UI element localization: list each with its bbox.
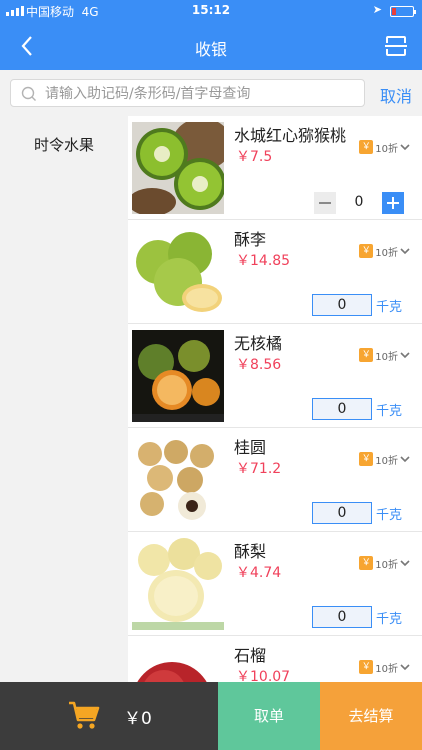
discount-label: 10折 xyxy=(375,663,398,675)
discount-label: 10折 xyxy=(375,351,398,363)
weight-unit: 千克 xyxy=(376,404,403,419)
discount-tag-icon: ￥ xyxy=(359,452,374,466)
product-name: 石榴 xyxy=(234,646,267,665)
category-item-seasonal-fruit[interactable]: 时令水果 xyxy=(0,134,128,155)
chevron-down-icon xyxy=(400,560,410,567)
discount-label: 10折 xyxy=(375,559,398,571)
product-name: 酥梨 xyxy=(234,542,267,561)
checkout-button[interactable]: 去结算 xyxy=(320,682,422,750)
product-item[interactable]: 无核橘 ￥8.56 ￥ 10折 0 千克 xyxy=(128,324,422,428)
chevron-down-icon xyxy=(400,456,410,463)
product-price: ￥71.2 xyxy=(236,461,282,477)
product-price: ￥7.5 xyxy=(236,149,273,165)
product-image-pear xyxy=(132,538,224,630)
product-price: ￥4.74 xyxy=(236,565,282,581)
status-time: 15:12 xyxy=(191,3,231,17)
decrease-button[interactable] xyxy=(314,192,336,214)
category-panel: 时令水果 xyxy=(0,116,128,682)
search-icon xyxy=(21,86,36,101)
discount-tag-icon: ￥ xyxy=(359,244,374,258)
weight-input[interactable]: 0 xyxy=(312,294,372,316)
discount-tag-icon: ￥ xyxy=(359,348,374,362)
discount-selector[interactable]: ￥ 10折 xyxy=(359,140,410,155)
scan-button[interactable] xyxy=(384,34,408,58)
product-price: ￥10.07 xyxy=(236,669,291,682)
discount-label: 10折 xyxy=(375,455,398,467)
chevron-down-icon xyxy=(400,664,410,671)
quantity-value: 0 xyxy=(354,194,364,210)
discount-tag-icon: ￥ xyxy=(359,140,374,154)
nav-bar: 收银 xyxy=(0,22,422,70)
search-row: 取消 xyxy=(0,70,422,116)
product-image-pomegranate xyxy=(132,642,224,682)
product-name: 水城红心猕猴桃 xyxy=(234,126,347,145)
page-title: 收银 xyxy=(194,40,227,59)
search-box xyxy=(10,79,365,107)
product-item[interactable]: 桂圆 ￥71.2 ￥ 10折 0 千克 xyxy=(128,428,422,532)
product-price: ￥14.85 xyxy=(236,253,291,269)
weight-input[interactable]: 0 xyxy=(312,502,372,524)
product-price: ￥8.56 xyxy=(236,357,282,373)
product-list[interactable]: 水城红心猕猴桃 ￥7.5 ￥ 10折 0 酥李 ￥14.85 ￥ 10折 0 千… xyxy=(128,116,422,682)
bottom-bar: ￥0 取单 去结算 xyxy=(0,682,422,750)
battery-icon xyxy=(390,6,416,17)
discount-selector[interactable]: ￥ 10折 xyxy=(359,556,410,571)
chevron-down-icon xyxy=(400,352,410,359)
product-name: 无核橘 xyxy=(234,334,283,353)
product-image-tangerine xyxy=(132,330,224,422)
cart-summary[interactable]: ￥0 xyxy=(0,682,218,750)
product-item[interactable]: 水城红心猕猴桃 ￥7.5 ￥ 10折 0 xyxy=(128,116,422,220)
discount-selector[interactable]: ￥ 10折 xyxy=(359,244,410,259)
product-image-longan xyxy=(132,434,224,526)
product-item[interactable]: 酥李 ￥14.85 ￥ 10折 0 千克 xyxy=(128,220,422,324)
product-name: 酥李 xyxy=(234,230,267,249)
weight-input-group: 0 千克 xyxy=(312,294,408,316)
chevron-down-icon xyxy=(400,248,410,255)
discount-selector[interactable]: ￥ 10折 xyxy=(359,660,410,675)
weight-input[interactable]: 0 xyxy=(312,606,372,628)
discount-tag-icon: ￥ xyxy=(359,660,374,674)
product-image-kiwi xyxy=(132,122,224,214)
discount-label: 10折 xyxy=(375,247,398,259)
discount-selector[interactable]: ￥ 10折 xyxy=(359,348,410,363)
quantity-stepper: 0 xyxy=(314,192,406,214)
product-image-plum xyxy=(132,226,224,318)
cancel-button[interactable]: 取消 xyxy=(380,83,412,107)
weight-input-group: 0 千克 xyxy=(312,398,408,420)
weight-unit: 千克 xyxy=(376,300,403,315)
scan-icon xyxy=(385,36,407,56)
product-name: 桂圆 xyxy=(234,438,267,457)
discount-label: 10折 xyxy=(375,143,398,155)
take-order-button[interactable]: 取单 xyxy=(218,682,320,750)
weight-unit: 千克 xyxy=(376,508,403,523)
discount-tag-icon: ￥ xyxy=(359,556,374,570)
cart-icon xyxy=(69,701,100,729)
product-item[interactable]: 酥梨 ￥4.74 ￥ 10折 0 千克 xyxy=(128,532,422,636)
weight-unit: 千克 xyxy=(376,612,403,627)
weight-input[interactable]: 0 xyxy=(312,398,372,420)
product-item[interactable]: 石榴 ￥10.07 ￥ 10折 0 千克 xyxy=(128,636,422,682)
status-bar: 中国移动 4G 15:12 ➤ xyxy=(0,0,422,22)
search-input[interactable] xyxy=(45,83,355,105)
weight-input-group: 0 千克 xyxy=(312,606,408,628)
cart-total: ￥0 xyxy=(124,709,152,729)
weight-input-group: 0 千克 xyxy=(312,502,408,524)
location-icon: ➤ xyxy=(372,3,382,16)
increase-button[interactable] xyxy=(382,192,404,214)
chevron-down-icon xyxy=(400,144,410,151)
discount-selector[interactable]: ￥ 10折 xyxy=(359,452,410,467)
